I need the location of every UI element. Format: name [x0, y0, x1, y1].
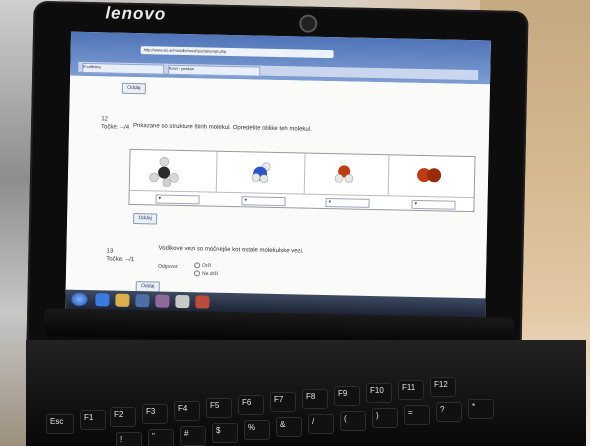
molecule-cell [129, 149, 218, 192]
question-points: Točke: --/4 [100, 124, 130, 131]
keyboard-key[interactable]: F9 [334, 386, 360, 406]
keyboard-key[interactable]: F5 [206, 398, 232, 418]
keyboard-key[interactable]: F1 [80, 410, 106, 430]
laptop-keyboard: Esc F1 F2 F3 F4 F5 F6 F7 F8 F9 F10 F11 F… [26, 340, 586, 446]
shape-select[interactable]: ▾ [325, 198, 370, 208]
molecule-cell [303, 153, 390, 196]
question-text: Prikazane so strukture štirih molekul. O… [133, 122, 312, 133]
keyboard-key[interactable]: F3 [142, 404, 168, 424]
shape-select[interactable]: ▾ [241, 196, 286, 207]
browser-tab[interactable]: Kvizi - poskus [168, 64, 261, 77]
keyboard-key[interactable]: F11 [398, 380, 424, 400]
keyboard-key[interactable]: = [404, 405, 430, 425]
keyboard-key[interactable]: Esc [46, 414, 74, 434]
question-number: 13 [106, 248, 114, 255]
ammonia-molecule-icon [251, 162, 271, 183]
laptop-brand-logo: lenovo [105, 3, 167, 24]
address-bar[interactable]: http://www.sio.si/moodle/mod/quiz/attemp… [140, 46, 334, 59]
ie-icon[interactable] [95, 293, 110, 307]
question-points: Točke: --/1 [106, 256, 135, 264]
shape-select[interactable]: ▾ [155, 194, 200, 205]
browser-tab[interactable]: E-učilnica [82, 62, 165, 75]
molecule-cell [215, 151, 306, 194]
keyboard-key[interactable]: ! [116, 432, 142, 446]
keyboard-key[interactable]: & [276, 417, 302, 437]
submit-button[interactable]: Oddaj [121, 82, 146, 95]
app-icon[interactable] [155, 294, 170, 308]
keyboard-key[interactable]: ) [372, 408, 398, 428]
answer-label: Odgovor: [158, 263, 179, 270]
keyboard-key[interactable]: F7 [270, 392, 296, 412]
keyboard-key[interactable]: % [244, 420, 270, 440]
app-icon-2[interactable] [175, 294, 190, 309]
quiz-page: Oddaj 12 Točke: --/4 Prikazane so strukt… [65, 75, 491, 299]
laptop-screen: http://www.sio.si/moodle/mod/quiz/attemp… [65, 31, 491, 319]
keyboard-key[interactable]: F10 [366, 383, 392, 403]
keyboard-key[interactable]: F4 [174, 401, 200, 421]
keyboard-key[interactable]: F12 [430, 377, 456, 397]
molecule-cell [388, 155, 475, 197]
keyboard-key[interactable]: $ [212, 423, 238, 443]
keyboard-key[interactable]: F2 [110, 407, 136, 427]
media-icon[interactable] [135, 294, 150, 308]
tetrahedral-molecule-icon [149, 156, 179, 187]
keyboard-key[interactable]: F6 [238, 395, 264, 415]
radio-option[interactable]: Ne drži [193, 270, 218, 278]
keyboard-key[interactable]: ( [340, 411, 366, 431]
diatomic-molecule-icon [417, 168, 442, 183]
radio-label: Ne drži [201, 270, 218, 278]
radio-option[interactable]: Drži [194, 262, 211, 269]
keyboard-key[interactable]: / [308, 414, 334, 434]
question-number: 12 [101, 116, 108, 123]
keyboard-key[interactable]: ? [436, 402, 462, 422]
explorer-icon[interactable] [115, 293, 130, 307]
molecule-table: ▾ ▾ ▾ ▾ [128, 148, 476, 213]
water-molecule-icon [334, 165, 354, 183]
question-text: Vodikove vezi so močnejše kot ostale mol… [158, 245, 304, 255]
keyboard-key[interactable]: # [180, 426, 206, 446]
keyboard-key[interactable]: * [468, 399, 494, 419]
radio-label: Drži [202, 262, 212, 269]
start-orb-icon[interactable] [71, 292, 88, 307]
laptop-lid: lenovo http://www.sio.si/moodle/mod/quiz… [26, 0, 529, 358]
app-icon-3[interactable] [195, 295, 210, 309]
shape-select[interactable]: ▾ [411, 199, 456, 210]
photo-scene: lenovo http://www.sio.si/moodle/mod/quiz… [0, 0, 590, 446]
keyboard-key[interactable]: " [148, 429, 174, 446]
submit-button[interactable]: Oddaj [133, 212, 158, 225]
keyboard-key[interactable]: F8 [302, 389, 328, 409]
webcam-icon [299, 14, 318, 33]
